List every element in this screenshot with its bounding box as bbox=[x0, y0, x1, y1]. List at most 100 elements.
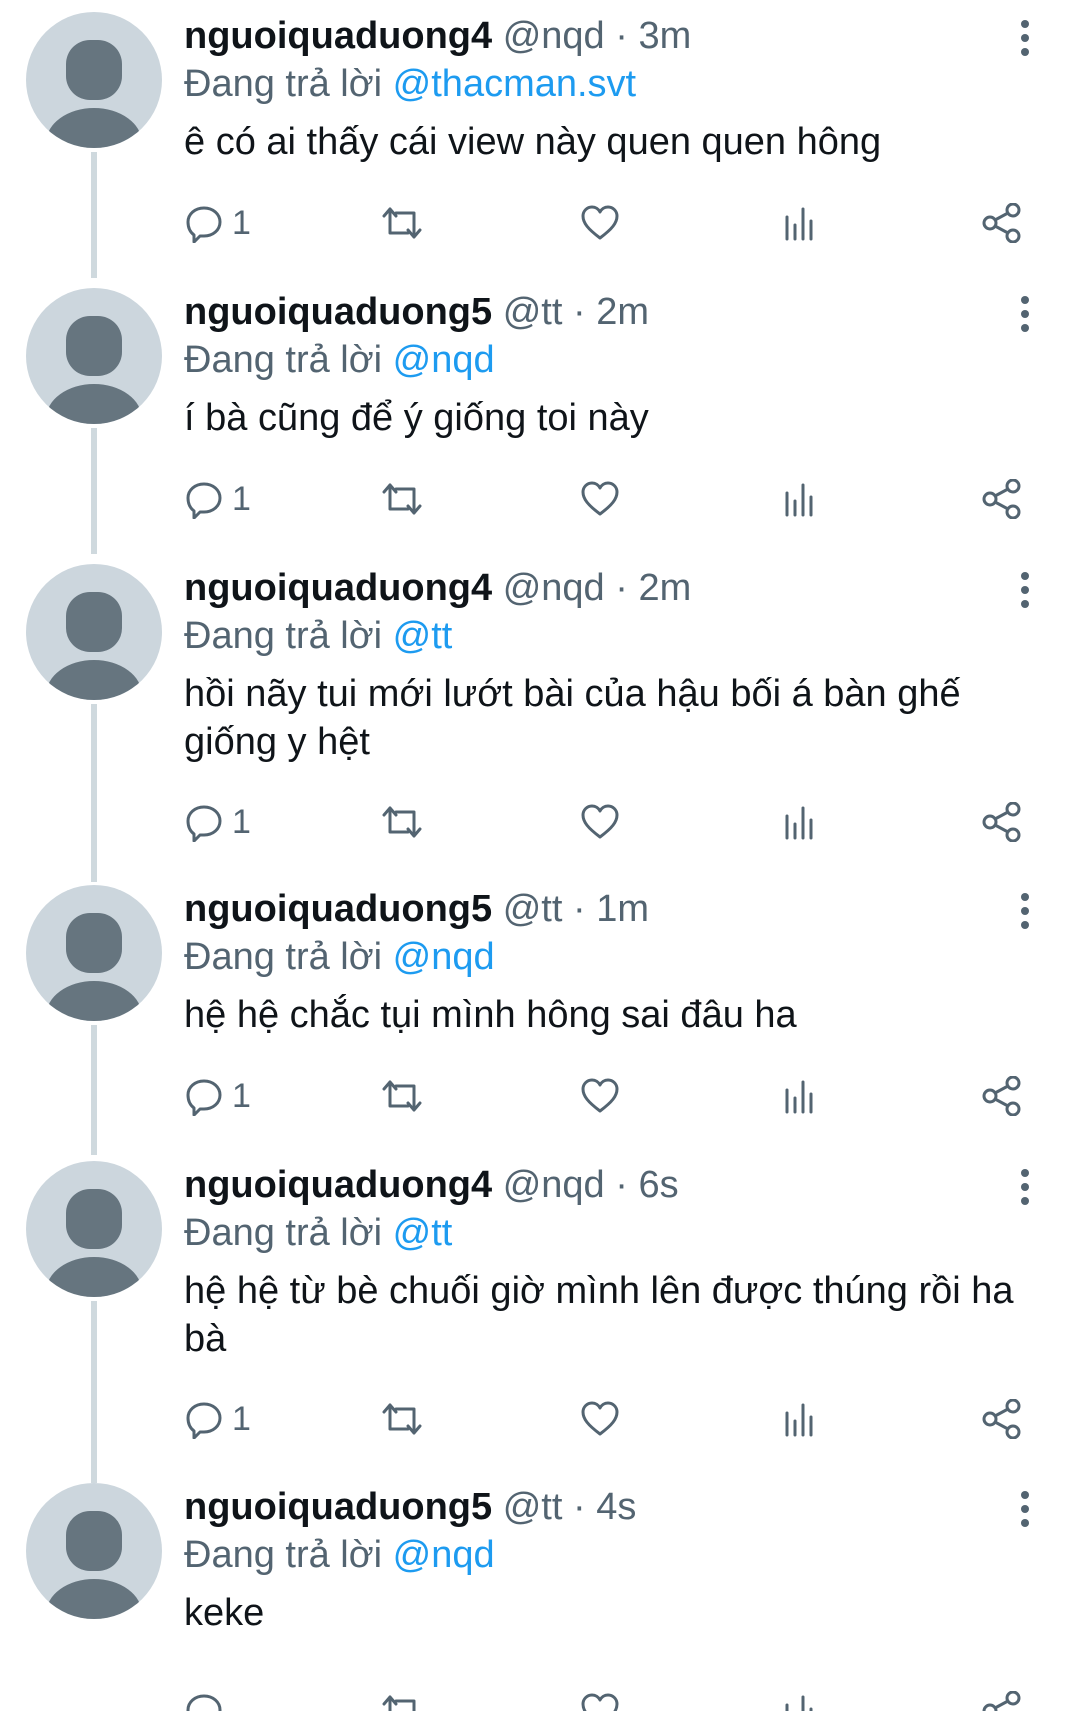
tweet-header: nguoiquaduong4 @nqd · 3m bbox=[184, 12, 691, 60]
avatar[interactable] bbox=[26, 1161, 162, 1297]
reply-button[interactable]: 1 bbox=[184, 193, 251, 253]
share-button[interactable] bbox=[980, 1066, 1024, 1126]
views-button[interactable] bbox=[780, 792, 820, 852]
more-icon[interactable] bbox=[1010, 294, 1040, 334]
timestamp[interactable]: 6s bbox=[638, 1164, 678, 1206]
tweet-text: hồi nãy tui mới lướt bài của hậu bối á b… bbox=[184, 673, 961, 763]
timestamp[interactable]: 3m bbox=[638, 15, 691, 57]
views-button[interactable] bbox=[780, 1066, 820, 1126]
mention-link[interactable]: @nqd bbox=[393, 339, 495, 381]
reply-button[interactable]: 1 bbox=[184, 1389, 251, 1449]
share-icon bbox=[980, 203, 1024, 243]
tweet[interactable]: nguoiquaduong5 @tt · 4s Đang trả lời @nq… bbox=[0, 1471, 1080, 1711]
reply-button[interactable]: 1 bbox=[184, 469, 251, 529]
retweet-button[interactable] bbox=[380, 193, 424, 253]
user-handle[interactable]: @nqd bbox=[503, 15, 605, 57]
replying-to: Đang trả lời @thacman.svt bbox=[184, 60, 636, 108]
heart-icon bbox=[580, 1076, 620, 1116]
tweet[interactable]: nguoiquaduong4 @nqd · 6s Đang trả lời @t… bbox=[0, 1149, 1080, 1483]
action-bar: 1 bbox=[184, 792, 1044, 852]
user-handle[interactable]: @tt bbox=[503, 1486, 563, 1528]
more-icon[interactable] bbox=[1010, 1489, 1040, 1529]
share-icon bbox=[980, 1076, 1024, 1116]
mention-link[interactable]: @tt bbox=[393, 1212, 453, 1254]
tweet[interactable]: nguoiquaduong5 @tt · 1m Đang trả lời @nq… bbox=[0, 873, 1080, 1155]
tweet-header: nguoiquaduong5 @tt · 1m bbox=[184, 885, 649, 933]
more-icon[interactable] bbox=[1010, 570, 1040, 610]
like-button[interactable] bbox=[580, 792, 620, 852]
retweet-button[interactable] bbox=[380, 792, 424, 852]
share-button[interactable] bbox=[980, 1681, 1024, 1711]
share-button[interactable] bbox=[980, 792, 1024, 852]
separator-dot: · bbox=[615, 567, 628, 609]
timestamp[interactable]: 4s bbox=[596, 1486, 636, 1528]
mention-link[interactable]: @nqd bbox=[393, 936, 495, 978]
avatar-head bbox=[66, 316, 122, 376]
share-button[interactable] bbox=[980, 193, 1024, 253]
reply-button[interactable]: 1 bbox=[184, 792, 251, 852]
views-button[interactable] bbox=[780, 1389, 820, 1449]
avatar[interactable] bbox=[26, 1483, 162, 1619]
username[interactable]: nguoiquaduong4 bbox=[184, 567, 492, 609]
user-handle[interactable]: @tt bbox=[503, 291, 563, 333]
tweet-text: ê có ai thấy cái view này quen quen hông bbox=[184, 121, 882, 163]
tweet-text: í bà cũng để ý giống toi này bbox=[184, 397, 649, 439]
mention-link[interactable]: @tt bbox=[393, 615, 453, 657]
replying-to: Đang trả lời @nqd bbox=[184, 1531, 495, 1579]
like-button[interactable] bbox=[580, 469, 620, 529]
views-button[interactable] bbox=[780, 193, 820, 253]
avatar[interactable] bbox=[26, 564, 162, 700]
heart-icon bbox=[580, 203, 620, 243]
more-icon[interactable] bbox=[1010, 891, 1040, 931]
retweet-button[interactable] bbox=[380, 1681, 424, 1711]
share-icon bbox=[980, 802, 1024, 842]
retweet-button[interactable] bbox=[380, 469, 424, 529]
mention-link[interactable]: @thacman.svt bbox=[393, 63, 636, 105]
more-icon[interactable] bbox=[1010, 18, 1040, 58]
retweet-button[interactable] bbox=[380, 1389, 424, 1449]
tweet[interactable]: nguoiquaduong4 @nqd · 3m Đang trả lời @t… bbox=[0, 0, 1080, 278]
username[interactable]: nguoiquaduong5 bbox=[184, 1486, 492, 1528]
retweet-button[interactable] bbox=[380, 1066, 424, 1126]
tweet-header: nguoiquaduong5 @tt · 2m bbox=[184, 288, 649, 336]
avatar[interactable] bbox=[26, 12, 162, 148]
timestamp[interactable]: 2m bbox=[638, 567, 691, 609]
tweet[interactable]: nguoiquaduong4 @nqd · 2m Đang trả lời @t… bbox=[0, 552, 1080, 882]
user-handle[interactable]: @tt bbox=[503, 888, 563, 930]
username[interactable]: nguoiquaduong4 bbox=[184, 1164, 492, 1206]
user-handle[interactable]: @nqd bbox=[503, 567, 605, 609]
replying-to: Đang trả lời @nqd bbox=[184, 933, 495, 981]
like-button[interactable] bbox=[580, 1066, 620, 1126]
reply-icon bbox=[184, 1691, 224, 1711]
timestamp[interactable]: 1m bbox=[596, 888, 649, 930]
tweet[interactable]: nguoiquaduong5 @tt · 2m Đang trả lời @nq… bbox=[0, 276, 1080, 554]
share-button[interactable] bbox=[980, 1389, 1024, 1449]
replying-to: Đang trả lời @tt bbox=[184, 1209, 452, 1257]
reply-button[interactable] bbox=[184, 1681, 232, 1711]
action-bar bbox=[184, 1681, 1044, 1711]
avatar[interactable] bbox=[26, 288, 162, 424]
avatar-shoulders bbox=[46, 660, 142, 700]
share-button[interactable] bbox=[980, 469, 1024, 529]
views-button[interactable] bbox=[780, 1681, 820, 1711]
username[interactable]: nguoiquaduong5 bbox=[184, 291, 492, 333]
user-handle[interactable]: @nqd bbox=[503, 1164, 605, 1206]
like-button[interactable] bbox=[580, 193, 620, 253]
reply-thread: nguoiquaduong4 @nqd · 3m Đang trả lời @t… bbox=[0, 0, 1080, 1711]
action-bar: 1 bbox=[184, 193, 1044, 253]
avatar[interactable] bbox=[26, 885, 162, 1021]
reply-button[interactable]: 1 bbox=[184, 1066, 251, 1126]
heart-icon bbox=[580, 1691, 620, 1711]
username[interactable]: nguoiquaduong4 bbox=[184, 15, 492, 57]
mention-link[interactable]: @nqd bbox=[393, 1534, 495, 1576]
replying-prefix: Đang trả lời bbox=[184, 1534, 383, 1576]
separator-dot: · bbox=[615, 15, 628, 57]
reply-count: 1 bbox=[232, 803, 251, 841]
timestamp[interactable]: 2m bbox=[596, 291, 649, 333]
like-button[interactable] bbox=[580, 1389, 620, 1449]
username[interactable]: nguoiquaduong5 bbox=[184, 888, 492, 930]
like-button[interactable] bbox=[580, 1681, 620, 1711]
more-icon[interactable] bbox=[1010, 1167, 1040, 1207]
avatar-head bbox=[66, 40, 122, 100]
views-button[interactable] bbox=[780, 469, 820, 529]
